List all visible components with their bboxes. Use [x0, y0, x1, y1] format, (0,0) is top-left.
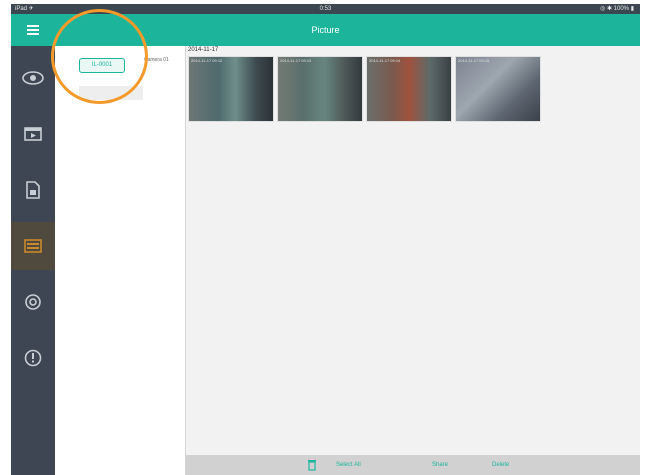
status-battery: ◎ ✱ 100% ▮ [600, 6, 634, 12]
sidebar-item-live-view[interactable] [11, 54, 55, 102]
page-title: Picture [311, 25, 340, 35]
status-time: 0:53 [319, 6, 332, 12]
thumbnail[interactable]: 2014-11-17 09:14 [366, 56, 452, 122]
delete-button[interactable]: Delete [492, 455, 509, 475]
sidebar-item-playback[interactable] [11, 110, 55, 158]
channel-name: Camera 01 [144, 57, 169, 63]
thumbnail-caption: 2014-11-17 09:15 [458, 58, 490, 63]
picture-icon [24, 239, 42, 253]
app-screen: iPad ✈ 0:53 ◎ ✱ 100% ▮ Picture IL-0001 C… [11, 4, 640, 475]
sidebar [11, 46, 55, 475]
thumbnail[interactable]: 2014-11-17 09:15 [455, 56, 541, 122]
playback-icon [24, 127, 42, 141]
info-icon [24, 349, 42, 367]
thumbnail-caption: 2014-11-17 09:12 [191, 58, 223, 63]
sidebar-item-info[interactable] [11, 334, 55, 382]
sidebar-item-settings[interactable] [11, 278, 55, 326]
select-all-button[interactable]: Select All [336, 455, 361, 475]
sidebar-item-pictures[interactable] [11, 222, 55, 270]
status-bar: iPad ✈ 0:53 ◎ ✱ 100% ▮ [11, 4, 640, 14]
thumbnail[interactable]: 2014-11-17 09:12 [188, 56, 274, 122]
trash-icon[interactable] [307, 459, 317, 471]
app-header: Picture [11, 14, 640, 46]
gear-icon [25, 294, 41, 310]
bottom-toolbar: Select All Share Delete [186, 455, 640, 475]
picture-gallery: 2014-11-17 2014-11-17 09:12 2014-11-17 0… [186, 46, 640, 455]
thumbnail-caption: 2014-11-17 09:13 [280, 58, 312, 63]
share-button[interactable]: Share [432, 455, 448, 475]
file-icon [26, 181, 40, 199]
thumbnail[interactable]: 2014-11-17 09:13 [277, 56, 363, 122]
channel-list: IL-0001 Camera 01 [55, 46, 185, 475]
channel-tag: IL-0001 [79, 58, 125, 73]
list-item-placeholder [79, 86, 143, 100]
eye-icon [22, 71, 44, 85]
thumbnail-caption: 2014-11-17 09:14 [369, 58, 401, 63]
sidebar-item-files[interactable] [11, 166, 55, 214]
date-label: 2014-11-17 [188, 47, 219, 53]
